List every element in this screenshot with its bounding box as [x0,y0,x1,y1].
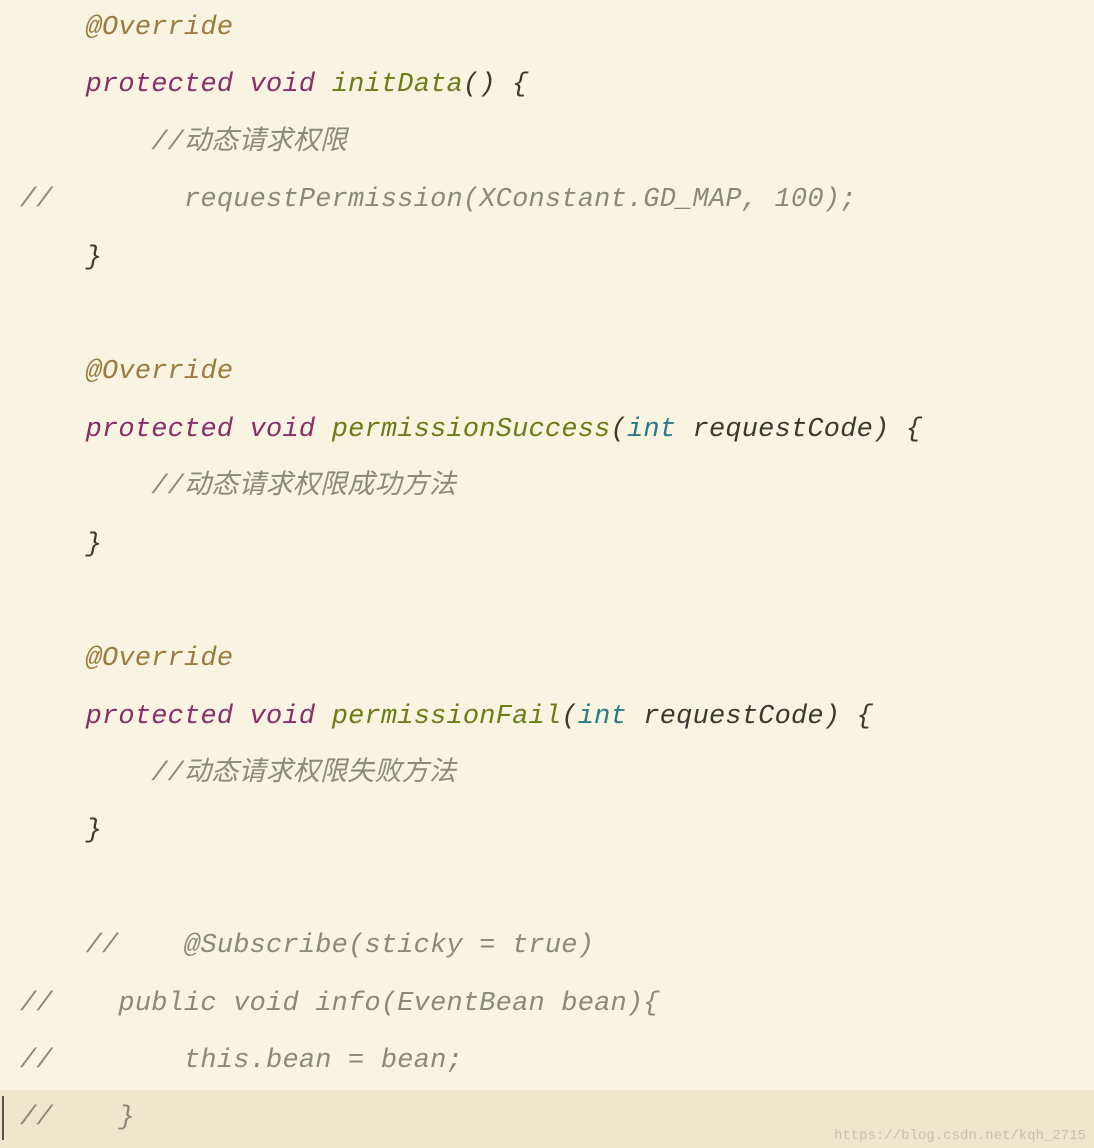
code-line: //动态请求权限 [0,115,1094,172]
annotation: @Override [86,357,234,387]
gutter [0,689,20,746]
param-name: requestCode [627,702,824,732]
keyword-protected: protected [86,415,234,445]
code-line: } [0,517,1094,574]
gutter [0,803,20,860]
code-line: protected void permissionFail(int reques… [0,689,1094,746]
code-line [0,861,1094,918]
brace-close: } [86,243,102,273]
comment: // } [20,1103,135,1133]
code-line: } [0,230,1094,287]
brace-open: { [496,70,529,100]
gutter [0,459,20,516]
code-line: protected void permissionSuccess(int req… [0,402,1094,459]
param-name: requestCode [676,415,873,445]
keyword-void: void [250,415,316,445]
paren-open: ( [611,415,627,445]
comment: //动态请求权限 [151,128,347,158]
code-line [0,574,1094,631]
gutter [0,746,20,803]
brace-close: } [86,816,102,846]
gutter [0,631,20,688]
watermark-text: https://blog.csdn.net/kqh_2715 [834,1128,1086,1144]
gutter [0,402,20,459]
code-line [0,287,1094,344]
gutter [0,57,20,114]
paren-open: ( [561,702,577,732]
code-line: } [0,803,1094,860]
keyword-protected: protected [86,702,234,732]
brace-open: { [889,415,922,445]
code-line: @Override [0,0,1094,57]
gutter [0,115,20,172]
comment: // requestPermission(XConstant.GD_MAP, 1… [20,185,857,215]
annotation: @Override [86,13,234,43]
code-editor[interactable]: @Override protected void initData() { //… [0,0,1094,1148]
brace-open: { [840,702,873,732]
code-line: //动态请求权限失败方法 [0,746,1094,803]
code-line: // public void info(EventBean bean){ [0,976,1094,1033]
keyword-void: void [250,702,316,732]
gutter [0,976,20,1033]
brace-close: } [86,530,102,560]
parentheses: () [463,70,496,100]
keyword-void: void [250,70,316,100]
method-name: initData [332,70,463,100]
code-line: //动态请求权限成功方法 [0,459,1094,516]
code-line: protected void initData() { [0,57,1094,114]
gutter [0,344,20,401]
gutter [0,574,20,631]
code-line: @Override [0,631,1094,688]
gutter [0,230,20,287]
comment: //动态请求权限失败方法 [151,759,456,789]
code-line: @Override [0,344,1094,401]
comment: // @Subscribe(sticky = true) [86,931,594,961]
gutter [0,918,20,975]
gutter [0,517,20,574]
method-name: permissionSuccess [332,415,611,445]
comment: // public void info(EventBean bean){ [20,989,660,1019]
code-line: // @Subscribe(sticky = true) [0,918,1094,975]
gutter [0,861,20,918]
code-line: // this.bean = bean; [0,1033,1094,1090]
gutter [0,172,20,229]
comment: //动态请求权限成功方法 [151,472,456,502]
annotation: @Override [86,644,234,674]
gutter [0,0,20,57]
keyword-protected: protected [86,70,234,100]
comment: // this.bean = bean; [20,1046,463,1076]
type-int: int [627,415,676,445]
type-int: int [578,702,627,732]
paren-close: ) [873,415,889,445]
gutter [0,287,20,344]
gutter [0,1033,20,1090]
gutter [0,1090,20,1147]
paren-close: ) [824,702,840,732]
method-name: permissionFail [332,702,562,732]
code-line: // requestPermission(XConstant.GD_MAP, 1… [0,172,1094,229]
